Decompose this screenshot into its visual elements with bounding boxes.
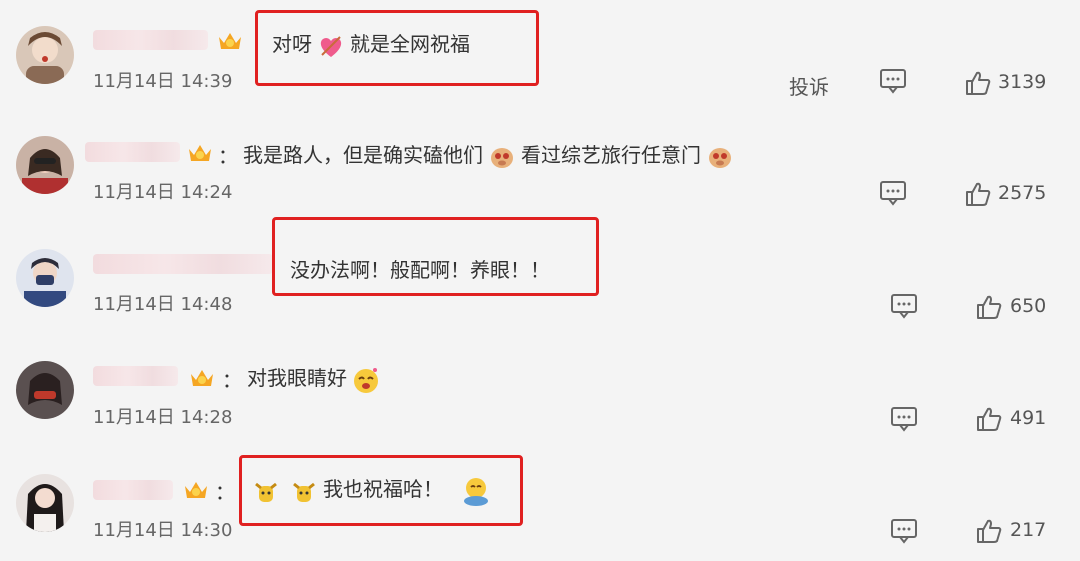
like-count: 650: [1010, 295, 1047, 317]
like-count: 3139: [998, 71, 1047, 93]
pig-emoji-icon: [705, 142, 735, 172]
drooling-emoji-icon: [351, 365, 381, 395]
like-count: 2575: [998, 182, 1047, 204]
avatar[interactable]: [16, 361, 74, 419]
report-button[interactable]: 投诉: [789, 71, 829, 100]
vip-crown-icon: [216, 29, 244, 53]
avatar[interactable]: [16, 136, 74, 194]
comment-item-5: ： 我也祝福哈！ 11月14日 14:30 217: [0, 448, 1080, 560]
comment-item-2: ： 我是路人，但是确实磕他们 看过综艺旅行任意门 11月14日 14:24 257…: [0, 112, 1080, 224]
highlight-box: [255, 10, 539, 86]
username-blurred[interactable]: [93, 366, 178, 386]
comment-time: 11月14日 14:30: [93, 520, 233, 541]
colon: ：: [218, 144, 238, 168]
thumbs-up-icon[interactable]: [964, 181, 992, 207]
highlight-box: [239, 455, 523, 526]
thumbs-up-icon[interactable]: [975, 294, 1003, 320]
highlight-box: [272, 217, 599, 296]
comment-item-1: 对呀 就是全网祝福 11月14日 14:39 投诉 3139: [0, 0, 1080, 112]
vip-crown-icon: [186, 141, 214, 165]
colon: ：: [215, 480, 235, 504]
avatar[interactable]: [16, 249, 74, 307]
vip-crown-icon: [182, 478, 210, 502]
comment-icon[interactable]: [890, 293, 918, 319]
username-blurred[interactable]: [93, 30, 208, 50]
comment-icon[interactable]: [879, 68, 907, 94]
comment-item-4: ： 对我眼睛好 11月14日 14:28 491: [0, 336, 1080, 448]
like-count: 491: [1010, 407, 1047, 429]
thumbs-up-icon[interactable]: [964, 70, 992, 96]
username-blurred[interactable]: [93, 254, 273, 274]
thumbs-up-icon[interactable]: [975, 406, 1003, 432]
comment-text: 对我眼睛好: [247, 362, 385, 395]
comment-text: 我是路人，但是确实磕他们 看过综艺旅行任意门: [243, 139, 739, 172]
vip-crown-icon: [188, 366, 216, 390]
comment-icon[interactable]: [890, 518, 918, 544]
avatar[interactable]: [16, 26, 74, 84]
comment-time: 11月14日 14:48: [93, 294, 233, 315]
comment-time: 11月14日 14:24: [93, 182, 233, 203]
username-blurred[interactable]: [93, 480, 173, 500]
username-blurred[interactable]: [85, 142, 180, 162]
comment-time: 11月14日 14:28: [93, 407, 233, 428]
colon: ：: [222, 368, 242, 392]
avatar[interactable]: [16, 474, 74, 532]
pig-emoji-icon: [487, 142, 517, 172]
like-count: 217: [1010, 519, 1047, 541]
comment-icon[interactable]: [890, 406, 918, 432]
comment-icon[interactable]: [879, 180, 907, 206]
comment-time: 11月14日 14:39: [93, 71, 233, 92]
thumbs-up-icon[interactable]: [975, 518, 1003, 544]
